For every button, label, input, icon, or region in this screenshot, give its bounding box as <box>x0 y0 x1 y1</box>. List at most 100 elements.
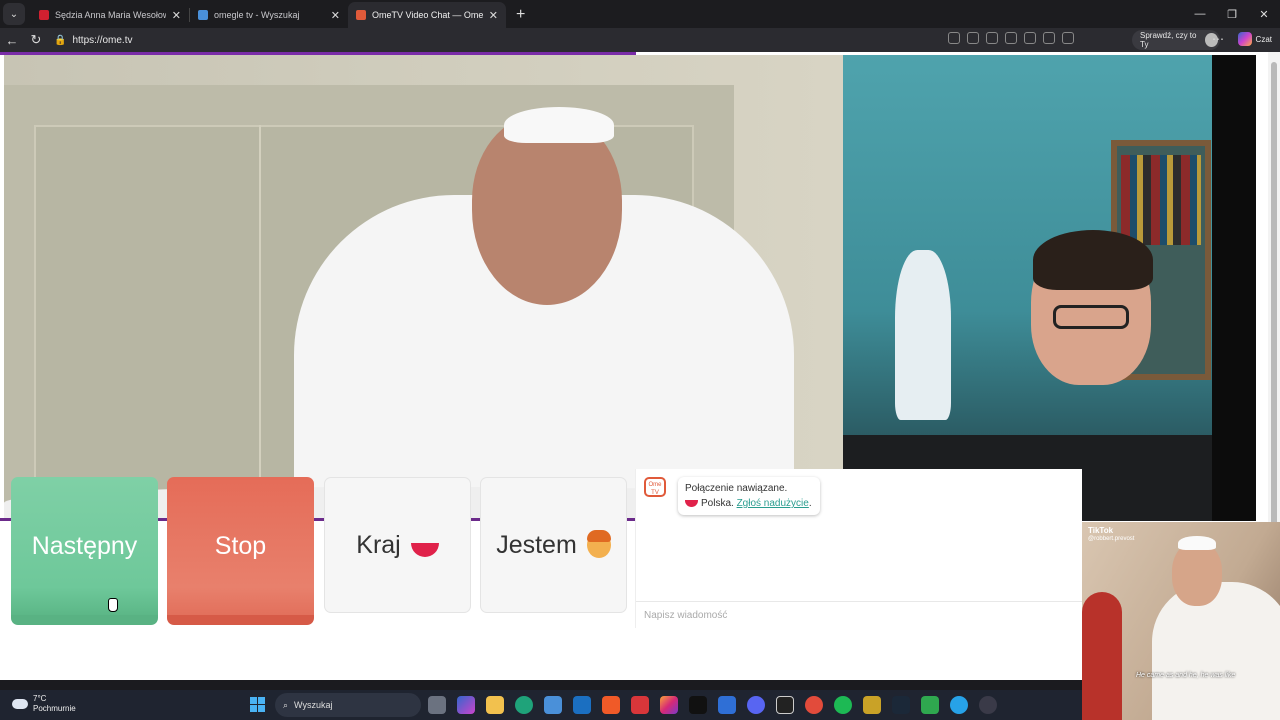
tab-2[interactable]: omegle tv - Wyszukaj ✕ <box>190 2 348 28</box>
tab-title: omegle tv - Wyszukaj <box>214 10 300 20</box>
tab-title: OmeTV Video Chat — Omegle <box>372 10 483 20</box>
office-icon[interactable] <box>631 696 649 714</box>
favorites-icon[interactable] <box>1062 32 1074 44</box>
close-tab-icon[interactable]: ✕ <box>489 9 498 22</box>
system-message: Połączenie nawiązane. Polska. Zgłoś nadu… <box>678 477 820 515</box>
camera-icon[interactable] <box>1024 32 1036 44</box>
tab-title: Sędzia Anna Maria Wesołowska o <box>55 10 166 20</box>
messenger-icon[interactable] <box>950 696 968 714</box>
url-field[interactable]: 🔒 https://ome.tv <box>54 30 132 50</box>
refresh-icon[interactable]: ↻ <box>24 32 48 48</box>
weather-condition: Pochmurnie <box>33 704 76 713</box>
new-tab-button[interactable]: + <box>516 6 525 24</box>
gender-button[interactable]: Jestem <box>480 477 627 613</box>
stop-button[interactable]: Stop <box>167 477 314 625</box>
windows-start-icon[interactable] <box>250 697 265 712</box>
extensions-icon[interactable] <box>1043 32 1055 44</box>
wall-panel-divider <box>259 125 261 521</box>
country-button[interactable]: Kraj <box>324 477 471 613</box>
taskbar-apps <box>428 696 997 714</box>
profile-button[interactable]: Sprawdź, czy to Ty <box>1132 30 1220 50</box>
country-name: Polska. <box>701 498 734 509</box>
tiktok-handle: @robbert.prevost <box>1088 536 1135 542</box>
copilot-button[interactable]: Czat <box>1237 32 1272 46</box>
store-icon[interactable] <box>544 696 562 714</box>
youtube-favicon-icon <box>39 10 49 20</box>
url-text: https://ome.tv <box>72 34 133 46</box>
restore-icon[interactable]: ❐ <box>1216 8 1248 21</box>
back-icon[interactable]: ← <box>0 33 24 48</box>
boy-emoji-icon <box>586 530 611 558</box>
tracking-icon[interactable] <box>986 32 998 44</box>
lock-icon[interactable]: 🔒 <box>54 35 66 46</box>
ometv-badge-icon: Ome TV <box>644 477 666 497</box>
webcam-person-hair <box>1033 230 1153 290</box>
books <box>1121 155 1201 245</box>
folder-icon[interactable] <box>486 696 504 714</box>
address-bar-actions <box>948 32 1074 44</box>
instagram-icon[interactable] <box>660 696 678 714</box>
poland-flag-icon <box>685 500 698 507</box>
close-tab-icon[interactable]: ✕ <box>172 9 181 22</box>
discord-icon[interactable] <box>747 696 765 714</box>
report-abuse-link[interactable]: Zgłoś nadużycie <box>737 498 809 509</box>
overlay-caption: He came as and he, he was like <box>1136 672 1236 679</box>
self-video <box>843 55 1212 521</box>
video-border <box>1212 55 1256 521</box>
overlay-cap <box>1178 536 1216 550</box>
overlay-robe <box>1152 582 1280 720</box>
windows-taskbar: 7°C Pochmurnie ⌕ Wyszukaj <box>0 690 1082 720</box>
figure-head <box>472 115 622 305</box>
tab-strip: ⌄ Sędzia Anna Maria Wesołowska o ✕ omegl… <box>0 0 1280 28</box>
ometv-favicon-icon <box>356 10 366 20</box>
partner-video <box>4 55 843 521</box>
next-button[interactable]: Następny <box>11 477 158 625</box>
poland-flag-icon <box>410 543 439 557</box>
copilot-label: Czat <box>1255 34 1272 44</box>
tab-actions-menu[interactable]: ⌄ <box>3 3 25 25</box>
profile-label: Sprawdź, czy to Ty <box>1140 31 1197 49</box>
close-window-icon[interactable]: ✕ <box>1248 8 1280 21</box>
tiktok-logo: TikTok @robbert.prevost <box>1088 526 1134 544</box>
figure-cap <box>504 107 614 143</box>
task-view-icon[interactable] <box>428 696 446 714</box>
game-app-icon[interactable] <box>805 696 823 714</box>
search-label: Wyszukaj <box>294 700 333 710</box>
window-controls: — ❐ ✕ <box>1184 0 1280 28</box>
spotify-icon[interactable] <box>834 696 852 714</box>
journal-icon[interactable] <box>863 696 881 714</box>
next-button-label: Następny <box>31 531 138 560</box>
search-favicon-icon <box>198 10 208 20</box>
country-button-label: Kraj <box>356 530 401 559</box>
translate-icon[interactable] <box>967 32 979 44</box>
steam-icon[interactable] <box>892 696 910 714</box>
copilot-icon <box>1237 32 1252 46</box>
xbox-icon[interactable] <box>921 696 939 714</box>
taskbar-search[interactable]: ⌕ Wyszukaj <box>275 693 421 717</box>
tab-1[interactable]: Sędzia Anna Maria Wesołowska o ✕ <box>31 2 189 28</box>
tab-3-active[interactable]: OmeTV Video Chat — Omegle ✕ <box>348 2 506 28</box>
tiktok-brand: TikTok <box>1088 526 1114 535</box>
brave-icon[interactable] <box>602 696 620 714</box>
report-suffix: . <box>808 498 812 509</box>
obs-icon[interactable] <box>979 696 997 714</box>
weather-widget[interactable]: 7°C Pochmurnie <box>12 694 76 714</box>
hand-cursor-icon <box>108 598 118 612</box>
edge-icon[interactable] <box>515 696 533 714</box>
close-tab-icon[interactable]: ✕ <box>331 9 340 22</box>
apps-icon[interactable] <box>948 32 960 44</box>
calendar-icon[interactable] <box>718 696 736 714</box>
ubisoft-icon[interactable] <box>776 696 794 714</box>
favorite-star-icon[interactable] <box>1005 32 1017 44</box>
copilot-app-icon[interactable] <box>457 696 475 714</box>
outlook-icon[interactable] <box>573 696 591 714</box>
address-bar: ← ↻ 🔒 https://ome.tv Sprawdź, czy to Ty … <box>0 28 1280 52</box>
more-menu-icon[interactable]: ⋯ <box>1212 32 1224 46</box>
country-line: Polska. Zgłoś nadużycie. <box>685 496 813 511</box>
minimize-icon[interactable]: — <box>1184 8 1216 20</box>
overlay-cardinal-figure <box>1082 592 1122 720</box>
chat-panel: Ome TV Połączenie nawiązane. Polska. Zgł… <box>635 469 1083 628</box>
message-input[interactable]: Napisz wiadomość <box>636 601 1083 628</box>
tiktok-icon[interactable] <box>689 696 707 714</box>
temperature: 7°C <box>33 694 47 703</box>
